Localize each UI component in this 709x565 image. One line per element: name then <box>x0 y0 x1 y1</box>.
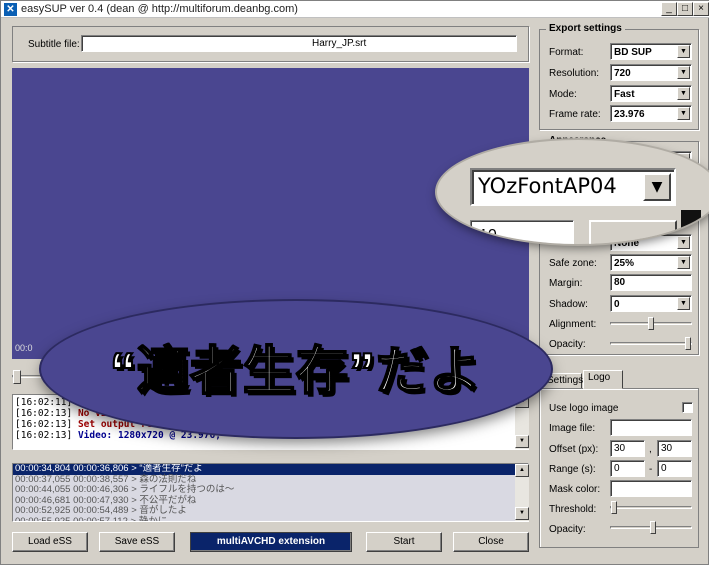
log-time: [16:02:13] <box>15 408 73 419</box>
timeline-thumb[interactable] <box>13 370 21 384</box>
safezone-value: 25% <box>614 258 635 269</box>
window-title: easySUP ver 0.4 (dean @ http://multiforu… <box>21 3 298 15</box>
scroll-down-icon[interactable]: ▼ <box>515 435 529 448</box>
use-logo-checkbox[interactable] <box>682 402 693 413</box>
chevron-down-icon[interactable]: ▼ <box>677 236 690 249</box>
alignment-label: Alignment: <box>549 319 597 330</box>
chevron-down-icon[interactable]: ▼ <box>643 173 671 201</box>
preview-subtitle-text: “適者生存”だよ <box>109 342 482 402</box>
appearance-opacity-label: Opacity: <box>549 339 586 350</box>
chevron-down-icon[interactable]: ▼ <box>677 107 690 120</box>
offset-label: Offset (px): <box>549 444 599 455</box>
title-bar: ✕ easySUP ver 0.4 (dean @ http://multifo… <box>1 1 709 18</box>
maximize-button[interactable]: □ <box>677 2 693 16</box>
font-size-field-zoomed[interactable]: 10 <box>470 220 574 244</box>
logo-opacity-label: Opacity: <box>549 524 586 535</box>
multiavchd-extension-button[interactable]: multiAVCHD extension <box>190 532 352 552</box>
shadow-label: Shadow: <box>549 299 588 310</box>
subtitle-file-label: Subtitle file: <box>28 39 80 50</box>
list-item[interactable]: 00:00:52,925 00:00:54,489 > 音がしたよ <box>13 505 528 517</box>
image-file-label: Image file: <box>549 423 596 434</box>
export-settings-title: Export settings <box>546 23 625 34</box>
mode-select[interactable]: Fast ▼ <box>610 85 692 102</box>
opacity-thumb[interactable] <box>685 337 691 350</box>
threshold-slider[interactable] <box>610 501 692 515</box>
logo-opacity-thumb[interactable] <box>650 521 656 534</box>
image-file-field[interactable] <box>610 419 692 436</box>
chevron-down-icon[interactable]: ▼ <box>677 256 690 269</box>
close-button[interactable]: Close <box>453 532 529 552</box>
chevron-down-icon[interactable]: ▼ <box>677 45 690 58</box>
threshold-thumb[interactable] <box>611 501 617 514</box>
offset-y-field[interactable]: 30 <box>657 440 692 457</box>
x-logo-icon: ✕ <box>4 3 17 16</box>
range-label: Range (s): <box>549 464 596 475</box>
subtitle-file-field[interactable]: Harry_JP.srt <box>81 35 517 52</box>
safezone-label: Safe zone: <box>549 258 597 269</box>
use-logo-label: Use logo image <box>549 403 619 414</box>
minimize-button[interactable]: _ <box>661 2 677 16</box>
color-swatch[interactable] <box>681 210 701 232</box>
format-value: BD SUP <box>614 47 652 58</box>
list-item[interactable]: 00:00:34,804 00:00:36,806 > “適者生存”だよ <box>13 464 528 475</box>
chevron-down-icon[interactable]: ▼ <box>677 297 690 310</box>
list-scrollbar[interactable]: ▲ ▼ <box>515 464 529 521</box>
margin-field[interactable]: 80 <box>610 274 692 291</box>
mask-color-label: Mask color: <box>549 484 601 495</box>
subtitle-list[interactable]: 00:00:34,804 00:00:36,806 > “適者生存”だよ 00:0… <box>12 463 529 522</box>
framerate-value: 23.976 <box>614 109 645 120</box>
tab-logo[interactable]: Logo <box>583 370 623 389</box>
framerate-label: Frame rate: <box>549 109 601 120</box>
shadow-select[interactable]: 0 ▼ <box>610 295 692 312</box>
alignment-thumb[interactable] <box>648 317 654 330</box>
chevron-down-icon[interactable]: ▼ <box>677 66 690 79</box>
load-ess-button[interactable]: Load eSS <box>12 532 88 552</box>
list-item[interactable]: 00:00:44,055 00:00:46,306 > ライフルを持つのは～ <box>13 484 528 496</box>
safezone-select[interactable]: 25% ▼ <box>610 254 692 271</box>
mode-label: Mode: <box>549 89 577 100</box>
appearance-opacity-slider[interactable] <box>610 337 692 351</box>
color-button-zoomed[interactable] <box>589 220 677 244</box>
font-zoom-callout: YOzFontAP04 ▼ 10 <box>437 140 709 244</box>
framerate-select[interactable]: 23.976 ▼ <box>610 105 692 122</box>
margin-label: Margin: <box>549 278 583 289</box>
font-select-zoomed[interactable]: YOzFontAP04 ▼ <box>470 168 676 206</box>
log-time: [16:02:13] <box>15 419 73 430</box>
mask-color-field[interactable] <box>610 480 692 497</box>
main-window: ✕ easySUP ver 0.4 (dean @ http://multifo… <box>0 0 709 565</box>
alignment-slider[interactable] <box>610 317 692 331</box>
subtitle-file-value: Harry_JP.srt <box>312 38 367 49</box>
mode-value: Fast <box>614 89 635 100</box>
threshold-label: Threshold: <box>549 504 597 515</box>
offset-separator: , <box>649 444 652 455</box>
resolution-value: 720 <box>614 68 631 79</box>
scroll-down-icon[interactable]: ▼ <box>515 507 529 520</box>
format-label: Format: <box>549 47 584 58</box>
start-button[interactable]: Start <box>366 532 442 552</box>
subtitle-preview-callout: “適者生存”だよ <box>41 301 551 437</box>
scroll-up-icon[interactable]: ▲ <box>515 464 529 477</box>
logo-opacity-slider[interactable] <box>610 521 692 535</box>
resolution-select[interactable]: 720 ▼ <box>610 64 692 81</box>
format-select[interactable]: BD SUP ▼ <box>610 43 692 60</box>
chevron-down-icon[interactable]: ▼ <box>677 87 690 100</box>
save-ess-button[interactable]: Save eSS <box>99 532 175 552</box>
log-time: [16:02:13] <box>15 430 73 441</box>
font-value: YOzFontAP04 <box>478 174 617 198</box>
list-item[interactable]: 00:00:55,925 00:00:57,112 > 静かに <box>13 516 528 521</box>
range-separator: - <box>649 464 653 475</box>
offset-x-field[interactable]: 30 <box>610 440 645 457</box>
shadow-value: 0 <box>614 299 620 310</box>
close-window-button[interactable]: × <box>693 2 709 16</box>
range-to-field[interactable]: 0 <box>657 460 692 477</box>
range-from-field[interactable]: 0 <box>610 460 645 477</box>
resolution-label: Resolution: <box>549 68 600 79</box>
preview-time: 00:0 <box>15 343 33 353</box>
